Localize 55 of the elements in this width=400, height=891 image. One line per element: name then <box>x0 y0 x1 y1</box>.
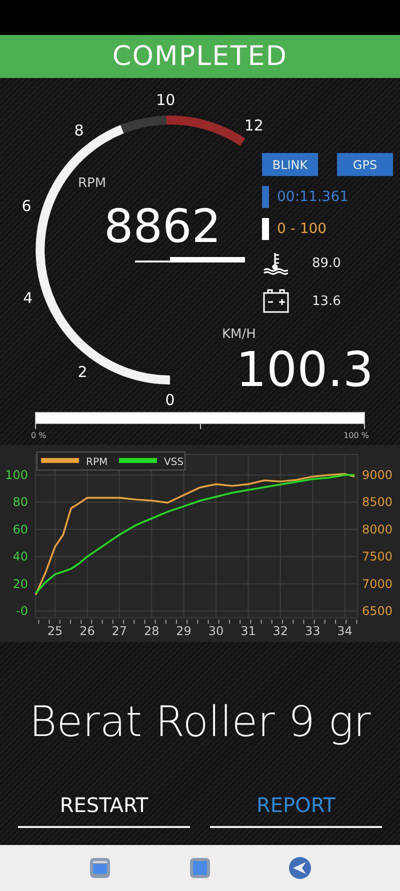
y-tick-label: -0 <box>16 604 28 618</box>
y2-tick-label: 8500 <box>362 495 393 510</box>
y2-tick-label: 7500 <box>362 550 393 564</box>
rpm-value: 8862 <box>104 203 222 249</box>
legend-swatch <box>41 458 79 463</box>
y-tick-label: 80 <box>12 495 28 510</box>
back-icon[interactable] <box>287 855 313 881</box>
session-name: Berat Roller 9 gr <box>29 696 371 746</box>
y2-tick-label: 8000 <box>362 522 393 536</box>
gauge-tick-label: 8 <box>74 122 84 140</box>
y-tick-label: 60 <box>12 522 28 536</box>
y-tick-label: 40 <box>12 550 28 564</box>
legend-label: VSS <box>164 457 184 468</box>
legend-label: RPM <box>86 457 108 468</box>
gauge-tick-label: 0 <box>165 391 175 408</box>
mode-button[interactable]: BLINK <box>262 153 318 176</box>
x-tick-label: 33 <box>304 624 320 638</box>
y-tick-label: 20 <box>12 576 28 591</box>
rpm-gauge-track <box>120 116 167 134</box>
temperature-value: 89.0 <box>312 256 341 270</box>
rpm-label: RPM <box>78 176 106 191</box>
gauge-tick-label: 10 <box>156 91 176 110</box>
gauge-tick-label: 12 <box>244 116 264 135</box>
y2-tick-label: 9000 <box>362 468 393 482</box>
y2-tick-label: 7000 <box>362 576 393 591</box>
x-tick-label: 29 <box>176 624 192 638</box>
progress-end-label: 100 % <box>344 431 369 440</box>
mode-button[interactable]: GPS <box>337 153 393 176</box>
speed-unit: KM/H <box>222 327 256 342</box>
y2-tick-label: 6500 <box>362 604 393 618</box>
recent-apps-icon[interactable] <box>87 855 113 881</box>
progress-start-label: 0 % <box>31 431 46 440</box>
gauge-tick-label: 2 <box>78 362 88 381</box>
x-tick-label: 34 <box>337 624 352 638</box>
readout-value: 00:11.361 <box>277 189 349 205</box>
home-icon[interactable] <box>187 855 213 881</box>
x-tick-label: 28 <box>144 624 160 638</box>
report-button[interactable]: REPORT <box>210 790 382 828</box>
voltage-value: 13.6 <box>312 294 341 308</box>
x-tick-label: 30 <box>208 624 224 638</box>
battery-icon <box>262 288 290 314</box>
x-tick-label: 32 <box>272 624 288 638</box>
y-tick-label: 100 <box>5 468 28 482</box>
gauge-tick-label: 4 <box>23 289 33 307</box>
x-tick-label: 27 <box>112 624 128 638</box>
status-banner: COMPLETED <box>0 35 400 78</box>
restart-button[interactable]: RESTART <box>18 790 190 828</box>
gauge-tick-label: 6 <box>22 197 32 216</box>
x-tick-label: 26 <box>80 624 95 638</box>
legend-swatch <box>119 458 157 463</box>
speed-value: 100.3 <box>236 346 374 394</box>
x-tick-label: 25 <box>47 624 63 638</box>
coolant-temperature-icon <box>262 251 288 275</box>
readout-value: 0 - 100 <box>277 221 327 237</box>
x-tick-label: 31 <box>240 624 256 638</box>
